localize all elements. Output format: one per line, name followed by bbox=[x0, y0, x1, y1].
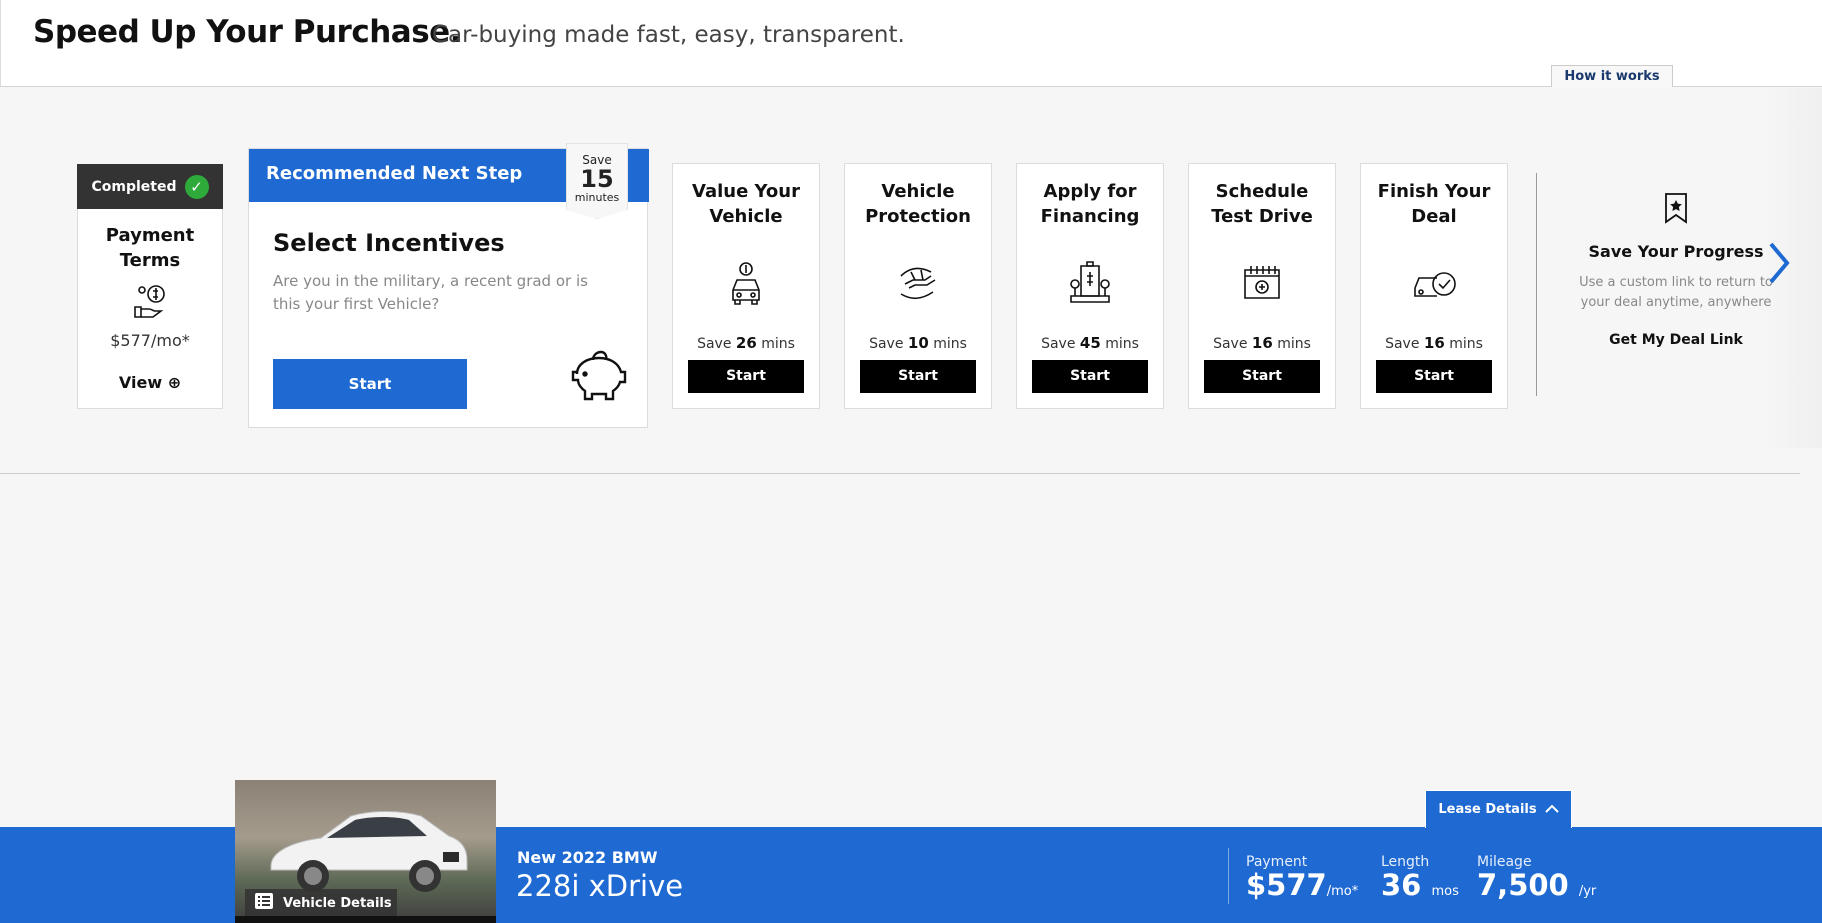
get-deal-link[interactable]: Get My Deal Link bbox=[1546, 332, 1806, 348]
payment-unit: /mo* bbox=[1326, 884, 1359, 899]
check-icon: ✓ bbox=[184, 174, 209, 199]
calendar-icon bbox=[1241, 260, 1283, 310]
step-name: Vehicle Protection bbox=[865, 181, 971, 227]
payment-stat: Payment $577/mo* bbox=[1246, 854, 1358, 907]
save-progress-panel: Save Your Progress Use a custom link to … bbox=[1546, 190, 1806, 360]
step-name: Payment Terms bbox=[105, 225, 195, 271]
incentives-start-button[interactable]: Start bbox=[273, 359, 467, 409]
chevron-right-icon[interactable] bbox=[1768, 241, 1790, 289]
length-value: 36 bbox=[1381, 868, 1422, 902]
money-hand-icon bbox=[131, 281, 171, 325]
step-card-test-drive[interactable]: Schedule Test Drive Save 16 mins Start bbox=[1188, 163, 1336, 409]
vehicle-details-button[interactable]: Vehicle Details bbox=[245, 889, 397, 917]
save-progress-title: Save Your Progress bbox=[1588, 242, 1764, 261]
step-save-time: Save 45 mins bbox=[1041, 334, 1139, 352]
step-card-value-vehicle[interactable]: Value Your Vehicle Save 26 mins Start bbox=[672, 163, 820, 409]
divider bbox=[1536, 173, 1537, 396]
mileage-unit: /yr bbox=[1578, 884, 1597, 899]
section-divider bbox=[0, 473, 1800, 474]
step-start-button[interactable]: Start bbox=[1032, 360, 1148, 393]
protection-hands-icon bbox=[897, 260, 939, 310]
vehicle-image bbox=[261, 796, 471, 900]
bookmark-icon bbox=[1664, 192, 1688, 228]
recommended-description: Are you in the military, a recent grad o… bbox=[273, 272, 588, 313]
page-header: Speed Up Your Purchase. Car-buying made … bbox=[0, 0, 1822, 87]
step-name: Schedule Test Drive bbox=[1211, 181, 1313, 227]
list-icon bbox=[255, 893, 273, 913]
vehicle-details-label: Vehicle Details bbox=[283, 895, 392, 911]
how-it-works-button[interactable]: How it works bbox=[1551, 65, 1673, 87]
footer-divider bbox=[1228, 848, 1229, 904]
piggy-bank-icon bbox=[567, 350, 629, 410]
completed-label: Completed bbox=[91, 178, 177, 195]
lease-details-label: Lease Details bbox=[1438, 802, 1537, 817]
completed-badge: Completed ✓ bbox=[77, 164, 223, 209]
step-start-button[interactable]: Start bbox=[1204, 360, 1320, 393]
step-name: Apply for Financing bbox=[1040, 181, 1140, 227]
save-tag-unit: minutes bbox=[574, 191, 620, 204]
step-start-button[interactable]: Start bbox=[1376, 360, 1492, 393]
save-tag-value: 15 bbox=[580, 165, 614, 193]
payment-price: $577/mo* bbox=[110, 331, 190, 350]
step-card-finish-deal[interactable]: Finish Your Deal Save 16 mins Start bbox=[1360, 163, 1508, 409]
save-progress-description: Use a custom link to return to your deal… bbox=[1579, 275, 1773, 310]
length-stat: Length 36 mos bbox=[1381, 854, 1459, 907]
step-save-time: Save 10 mins bbox=[869, 334, 967, 352]
step-name: Value Your Vehicle bbox=[692, 181, 800, 227]
step-name: Finish Your Deal bbox=[1377, 181, 1491, 227]
car-value-icon bbox=[725, 260, 767, 310]
vehicle-make: New 2022 BMW bbox=[517, 848, 658, 867]
length-unit: mos bbox=[1431, 884, 1459, 899]
save-time-tag: Save 15 minutes bbox=[566, 143, 628, 219]
chevron-up-icon bbox=[1544, 802, 1559, 817]
mileage-stat: Mileage 7,500 /yr bbox=[1477, 854, 1596, 907]
step-start-button[interactable]: Start bbox=[860, 360, 976, 393]
vehicle-thumbnail[interactable]: Vehicle Details bbox=[235, 780, 496, 923]
step-start-button[interactable]: Start bbox=[688, 360, 804, 393]
car-check-icon bbox=[1413, 260, 1459, 310]
thumbnail-caption-strip bbox=[235, 916, 496, 923]
view-button[interactable]: View ⊕ bbox=[78, 373, 222, 392]
step-save-time: Save 16 mins bbox=[1213, 334, 1311, 352]
recommended-step-card: Recommended Next Step Save 15 minutes Se… bbox=[248, 143, 649, 428]
step-save-time: Save 26 mins bbox=[697, 334, 795, 352]
bank-icon bbox=[1069, 260, 1111, 310]
view-label: View bbox=[118, 373, 163, 392]
recommended-title: Select Incentives bbox=[273, 229, 505, 257]
mileage-value: 7,500 bbox=[1477, 868, 1569, 902]
plus-circle-icon: ⊕ bbox=[167, 373, 182, 392]
step-card-financing[interactable]: Apply for Financing Save 45 mins Start bbox=[1016, 163, 1164, 409]
page-title: Speed Up Your Purchase. bbox=[33, 14, 461, 50]
payment-value: $577 bbox=[1246, 868, 1327, 902]
vehicle-model: 228i xDrive bbox=[516, 869, 684, 903]
step-save-time: Save 16 mins bbox=[1385, 334, 1483, 352]
page-subtitle: Car-buying made fast, easy, transparent. bbox=[432, 22, 905, 48]
step-card-vehicle-protection[interactable]: Vehicle Protection Save 10 mins Start bbox=[844, 163, 992, 409]
lease-details-button[interactable]: Lease Details bbox=[1425, 790, 1572, 828]
payment-terms-card[interactable]: Payment Terms $577/mo* View ⊕ bbox=[77, 209, 223, 409]
